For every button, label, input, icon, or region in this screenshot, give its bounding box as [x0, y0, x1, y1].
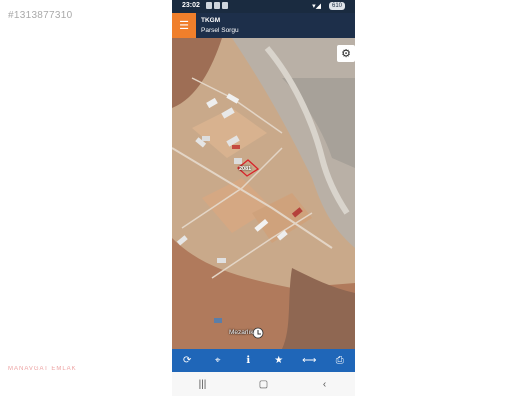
menu-button[interactable]: ☰: [172, 13, 196, 38]
android-nav-bar: ||| ▢ ‹: [172, 372, 355, 396]
gear-icon: ⚙: [341, 48, 351, 60]
phone-screen: 23:02 ▾◢ 610 ☰ TKGM Parsel Sorgu 2081 Me…: [172, 0, 355, 396]
listing-id: #1313877310: [8, 10, 73, 21]
building-blue-roof: [214, 318, 222, 323]
satellite-map[interactable]: [172, 38, 355, 349]
star-icon[interactable]: ★: [270, 355, 288, 366]
settings-button[interactable]: ⚙: [337, 45, 355, 62]
signal-icon: ▾◢: [312, 3, 321, 10]
home-icon[interactable]: ▢: [249, 379, 279, 390]
measure-icon[interactable]: ⟷: [300, 355, 318, 366]
map-toolbar: ⟳ ⌖ ℹ ★ ⟷ ⎙: [172, 349, 355, 372]
place-label: Mezarlık: [229, 329, 254, 336]
building: [234, 158, 242, 164]
status-time: 23:02: [182, 2, 200, 9]
recents-icon[interactable]: |||: [188, 379, 218, 390]
status-bar: 23:02 ▾◢ 610: [172, 0, 355, 13]
hamburger-icon: ☰: [179, 20, 189, 32]
app-bar: ☰ TKGM Parsel Sorgu: [172, 13, 355, 38]
notification-icon: [214, 2, 220, 9]
print-icon[interactable]: ⎙: [331, 355, 349, 366]
app-title: TKGM: [201, 17, 221, 24]
notification-icon: [206, 2, 212, 9]
locate-icon[interactable]: ⌖: [209, 355, 227, 366]
battery-icon: 610: [328, 2, 345, 10]
building: [217, 258, 226, 263]
building: [202, 136, 210, 141]
app-subtitle: Parsel Sorgu: [201, 27, 239, 34]
refresh-icon[interactable]: ⟳: [178, 355, 196, 366]
notification-icons: [206, 2, 228, 9]
parcel-number-label: 2081: [239, 166, 252, 172]
notification-icon: [222, 2, 228, 9]
building-red-roof: [232, 145, 240, 149]
watermark: MANAVGAT EMLAK: [8, 366, 77, 372]
info-icon[interactable]: ℹ: [239, 355, 257, 366]
back-icon[interactable]: ‹: [310, 379, 340, 390]
